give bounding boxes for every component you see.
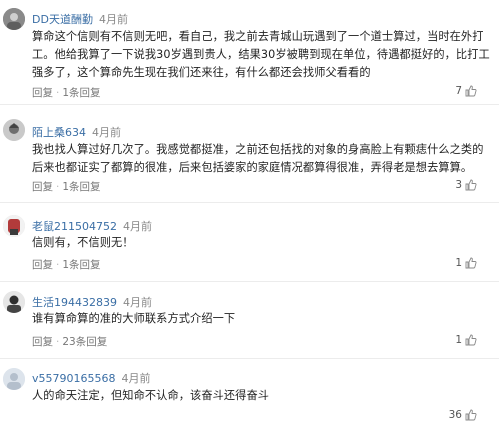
like-count: 1 — [455, 334, 462, 346]
comment-actions: 回复 · 1条回复 — [32, 179, 101, 194]
like-count: 1 — [455, 257, 462, 269]
thumbs-up-icon — [465, 334, 477, 346]
separator: · — [56, 181, 60, 193]
comment-text: 人的命天注定，但知命不认命，该奋斗还得奋斗 — [32, 389, 270, 402]
divider — [0, 104, 499, 105]
divider — [0, 358, 499, 359]
comment-time: 4月前 — [123, 296, 152, 309]
reply-button[interactable]: 回复 — [32, 87, 53, 99]
comment-header: 生活194432839 4月前 — [32, 294, 152, 310]
comment-actions: 回复 · 1条回复 — [32, 257, 101, 272]
comment-header: 陌上桑634 4月前 — [32, 124, 121, 140]
like-count: 36 — [448, 409, 462, 421]
comment-time: 4月前 — [123, 220, 152, 233]
comment-item: 老鼠211504752 4月前 信则有，不信则无！ 回复 · 1条回复 1 — [0, 206, 499, 276]
separator: · — [56, 336, 60, 348]
comment-time: 4月前 — [98, 13, 128, 26]
like-button[interactable]: 1 — [455, 334, 477, 346]
reply-count-link[interactable]: 1条回复 — [62, 87, 100, 99]
thumbs-up-icon — [465, 85, 477, 97]
comment-item: DD天道酬勤 4月前 算命这个信则有不信则无吧，看自己，我之前去青城山玩遇到了一个… — [0, 0, 499, 99]
avatar[interactable] — [3, 215, 25, 237]
comment-header: DD天道酬勤 4月前 — [32, 11, 128, 27]
reply-count-link[interactable]: 1条回复 — [62, 259, 100, 271]
reply-button[interactable]: 回复 — [32, 181, 53, 193]
username[interactable]: 生活194432839 — [32, 296, 117, 309]
like-button[interactable]: 3 — [455, 179, 477, 191]
comment-time: 4月前 — [92, 126, 121, 139]
like-button[interactable]: 1 — [455, 257, 477, 269]
comment-header: v55790165568 4月前 — [32, 370, 151, 386]
reply-button[interactable]: 回复 — [32, 336, 53, 348]
username[interactable]: 老鼠211504752 — [32, 220, 117, 233]
comment-header: 老鼠211504752 4月前 — [32, 218, 152, 234]
divider — [0, 202, 499, 203]
avatar[interactable] — [3, 291, 25, 313]
comment-text: 我也找人算过好几次了。我感觉都挺准，之前还包括找的对象的身高脸上有颗痣什么之类的… — [32, 143, 484, 174]
comment-item: 陌上桑634 4月前 我也找人算过好几次了。我感觉都挺准，之前还包括找的对象的身高… — [0, 110, 499, 195]
separator: · — [56, 87, 60, 99]
like-button[interactable]: 7 — [455, 85, 477, 97]
like-button[interactable]: 36 — [449, 409, 477, 421]
thumbs-up-icon — [465, 179, 477, 191]
avatar[interactable] — [3, 119, 25, 141]
reply-count-link[interactable]: 1条回复 — [62, 181, 100, 193]
thumbs-up-icon — [465, 409, 477, 421]
comment-item: 生活194432839 4月前 谁有算命算的准的大师联系方式介绍一下 回复 · 23条… — [0, 285, 499, 355]
reply-button[interactable]: 回复 — [32, 259, 53, 271]
username[interactable]: DD天道酬勤 — [32, 13, 93, 26]
reply-count-link[interactable]: 23条回复 — [62, 336, 107, 348]
comment-time: 4月前 — [121, 372, 151, 385]
comment-actions: 回复 · 1条回复 — [32, 85, 101, 100]
like-count: 7 — [455, 85, 462, 97]
thumbs-up-icon — [465, 257, 477, 269]
comment-text: 算命这个信则有不信则无吧，看自己，我之前去青城山玩遇到了一个道士算过，当时在外打… — [32, 30, 490, 79]
avatar[interactable] — [3, 8, 25, 30]
comment-text: 谁有算命算的准的大师联系方式介绍一下 — [32, 312, 236, 325]
comment-text: 信则有，不信则无！ — [32, 236, 134, 249]
username[interactable]: 陌上桑634 — [32, 126, 86, 139]
comment-actions: 回复 · 23条回复 — [32, 334, 107, 349]
like-count: 3 — [455, 179, 462, 191]
comment-item: v55790165568 4月前 人的命天注定，但知命不认命，该奋斗还得奋斗 36 — [0, 362, 499, 426]
separator: · — [56, 259, 60, 271]
username[interactable]: v55790165568 — [32, 372, 116, 385]
divider — [0, 281, 499, 282]
avatar[interactable] — [3, 368, 25, 390]
